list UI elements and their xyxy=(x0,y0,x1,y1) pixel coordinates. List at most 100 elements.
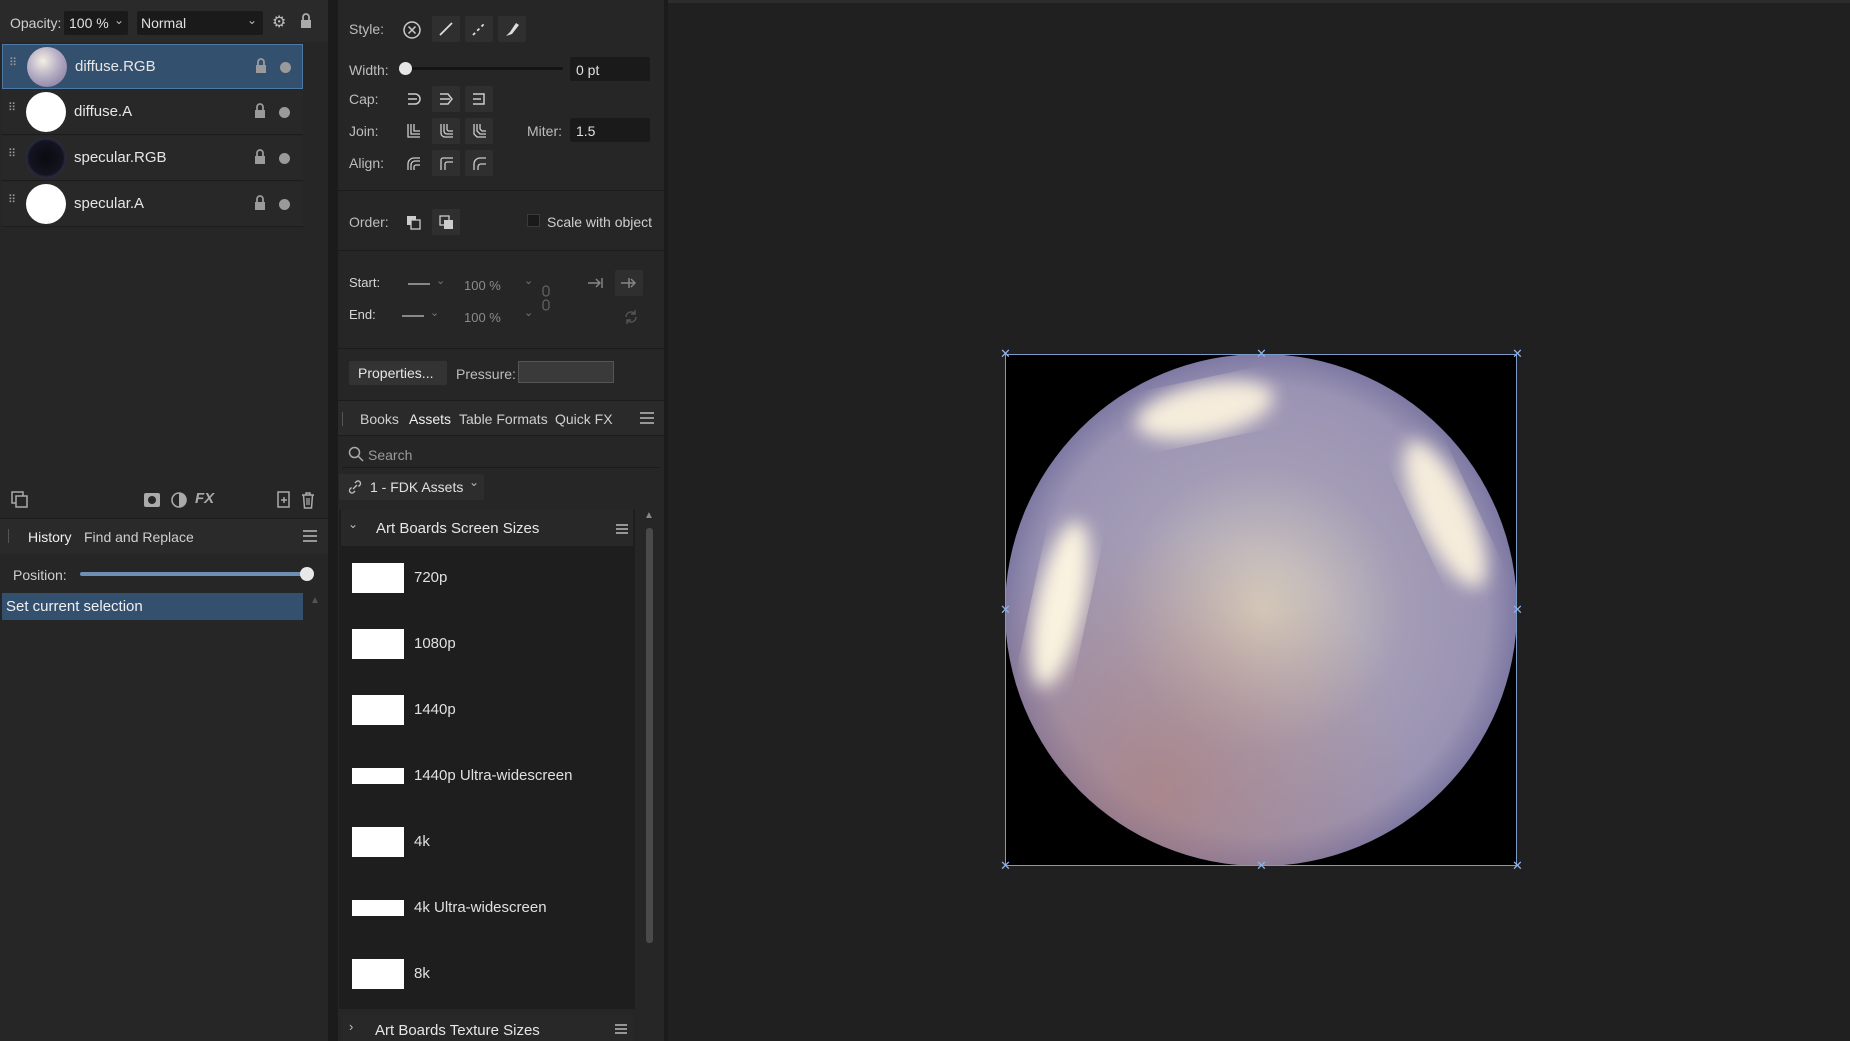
tab-table-formats[interactable]: Table Formats xyxy=(459,411,548,427)
group-menu-icon[interactable] xyxy=(616,524,628,534)
visibility-dot-icon[interactable] xyxy=(279,153,290,164)
visibility-dot-icon[interactable] xyxy=(279,107,290,118)
tab-assets[interactable]: Assets xyxy=(409,411,451,427)
scale-with-object-checkbox[interactable] xyxy=(527,214,540,227)
align-center-button[interactable] xyxy=(399,150,427,176)
layer-row[interactable]: ⠿ diffuse.A xyxy=(2,90,303,135)
opacity-field[interactable]: 100 % ⌄ xyxy=(64,11,128,35)
gear-icon[interactable]: ⚙ xyxy=(272,12,286,32)
tab-find-and-replace[interactable]: Find and Replace xyxy=(84,529,194,545)
assets-category-select[interactable]: 1 - FDK Assets ⌄ xyxy=(339,474,484,500)
width-slider[interactable] xyxy=(405,67,563,70)
resize-handle-right[interactable]: ✕ xyxy=(1512,603,1523,616)
round-cap-button[interactable] xyxy=(432,86,460,112)
asset-item[interactable]: 4k xyxy=(352,827,642,857)
end-scale-field[interactable]: 100 % xyxy=(464,310,501,325)
tab-books[interactable]: Books xyxy=(360,411,399,427)
link-icon[interactable] xyxy=(541,285,551,311)
chevron-down-icon[interactable]: ⌄ xyxy=(524,274,533,287)
scrollbar-thumb[interactable] xyxy=(646,528,653,943)
assets-scrollbar[interactable]: ▲ xyxy=(644,510,654,1009)
lock-icon[interactable] xyxy=(254,103,266,119)
add-layer-icon[interactable] xyxy=(276,491,292,509)
canvas-area[interactable]: ✕ ✕ ✕ ✕ ✕ ✕ ✕ ✕ xyxy=(668,0,1850,1041)
layer-row[interactable]: ⠿ specular.RGB xyxy=(2,136,303,181)
chevron-down-icon[interactable]: ⌄ xyxy=(524,306,533,319)
lock-icon[interactable] xyxy=(255,58,267,74)
assets-search-bar[interactable]: Search xyxy=(342,440,660,468)
tab-quick-fx[interactable]: Quick FX xyxy=(555,411,613,427)
layer-row[interactable]: ⠿ specular.A xyxy=(2,182,303,227)
asset-item[interactable]: 8k xyxy=(352,959,642,989)
butt-cap-button[interactable] xyxy=(399,86,427,112)
chevron-right-icon[interactable]: › xyxy=(349,1019,353,1034)
selection-box[interactable] xyxy=(1005,354,1517,866)
drag-handle-icon[interactable]: ⠿ xyxy=(8,195,18,212)
chevron-down-icon[interactable]: ⌄ xyxy=(430,306,439,319)
arrow-at-end-button[interactable] xyxy=(582,270,610,296)
solid-line-style-button[interactable] xyxy=(432,16,460,42)
group-menu-icon[interactable] xyxy=(615,1024,627,1034)
arrow-beyond-end-button[interactable] xyxy=(615,270,643,296)
properties-button[interactable]: Properties... xyxy=(349,361,447,385)
width-slider-thumb[interactable] xyxy=(399,62,412,75)
adjustment-icon[interactable] xyxy=(170,491,188,509)
asset-group-header-texture[interactable]: › Art Boards Texture Sizes xyxy=(341,1015,633,1041)
lock-icon[interactable] xyxy=(254,195,266,211)
copy-layers-icon[interactable] xyxy=(11,491,29,509)
resize-handle-bottom-right[interactable]: ✕ xyxy=(1512,859,1523,872)
width-field[interactable]: 0 pt xyxy=(570,57,650,81)
resize-handle-bottom-left[interactable]: ✕ xyxy=(1000,859,1011,872)
pressure-graph[interactable] xyxy=(518,361,614,383)
history-entry[interactable]: Set current selection xyxy=(2,593,303,620)
trash-icon[interactable] xyxy=(300,491,316,509)
resize-handle-bottom[interactable]: ✕ xyxy=(1256,859,1267,872)
chevron-down-icon[interactable]: ⌄ xyxy=(348,517,358,531)
stroke-behind-button[interactable] xyxy=(399,209,427,235)
start-arrowhead-preview[interactable] xyxy=(408,283,430,285)
search-input[interactable]: Search xyxy=(368,447,412,463)
drag-handle-icon[interactable]: ⠿ xyxy=(9,58,19,75)
scroll-up-icon[interactable]: ▲ xyxy=(310,595,320,606)
no-stroke-icon[interactable] xyxy=(402,20,422,40)
asset-item[interactable]: 720p xyxy=(352,563,642,593)
brush-style-button[interactable] xyxy=(498,16,526,42)
round-join-button[interactable] xyxy=(432,118,460,144)
asset-item[interactable]: 4k Ultra-widescreen xyxy=(352,893,642,923)
asset-group-header[interactable]: ⌄ Art Boards Screen Sizes xyxy=(341,510,633,546)
square-cap-button[interactable] xyxy=(465,86,493,112)
resize-handle-top-left[interactable]: ✕ xyxy=(1000,347,1011,360)
align-inside-button[interactable] xyxy=(432,150,460,176)
miter-field[interactable]: 1.5 xyxy=(570,118,650,142)
lock-icon[interactable] xyxy=(254,149,266,165)
lock-icon[interactable] xyxy=(300,13,312,29)
drag-handle-icon[interactable]: ⠿ xyxy=(8,149,18,166)
panel-menu-icon[interactable] xyxy=(303,530,317,542)
scroll-up-icon[interactable]: ▲ xyxy=(644,510,654,521)
resize-handle-top[interactable]: ✕ xyxy=(1256,347,1267,360)
layer-row[interactable]: ⠿ diffuse.RGB xyxy=(2,44,303,89)
fx-icon[interactable]: FX xyxy=(195,490,214,507)
stroke-front-button[interactable] xyxy=(432,209,460,235)
asset-item[interactable]: 1440p Ultra-widescreen xyxy=(352,761,642,791)
dashed-line-style-button[interactable] xyxy=(465,16,493,42)
chevron-down-icon[interactable]: ⌄ xyxy=(436,274,445,287)
resize-handle-top-right[interactable]: ✕ xyxy=(1512,347,1523,360)
position-slider[interactable] xyxy=(80,572,309,576)
miter-join-button[interactable] xyxy=(399,118,427,144)
asset-item[interactable]: 1440p xyxy=(352,695,642,725)
mask-icon[interactable] xyxy=(143,491,161,509)
start-scale-field[interactable]: 100 % xyxy=(464,278,501,293)
blend-mode-select[interactable]: Normal ⌄ xyxy=(137,11,263,35)
swap-icon[interactable] xyxy=(622,308,640,326)
bevel-join-button[interactable] xyxy=(465,118,493,144)
drag-handle-icon[interactable]: ⠿ xyxy=(8,103,18,120)
visibility-dot-icon[interactable] xyxy=(280,62,291,73)
end-arrowhead-preview[interactable] xyxy=(402,315,424,317)
resize-handle-left[interactable]: ✕ xyxy=(1000,603,1011,616)
panel-menu-icon[interactable] xyxy=(640,412,654,424)
position-slider-thumb[interactable] xyxy=(300,567,314,581)
visibility-dot-icon[interactable] xyxy=(279,199,290,210)
tab-history[interactable]: History xyxy=(28,529,72,545)
asset-item[interactable]: 1080p xyxy=(352,629,642,659)
